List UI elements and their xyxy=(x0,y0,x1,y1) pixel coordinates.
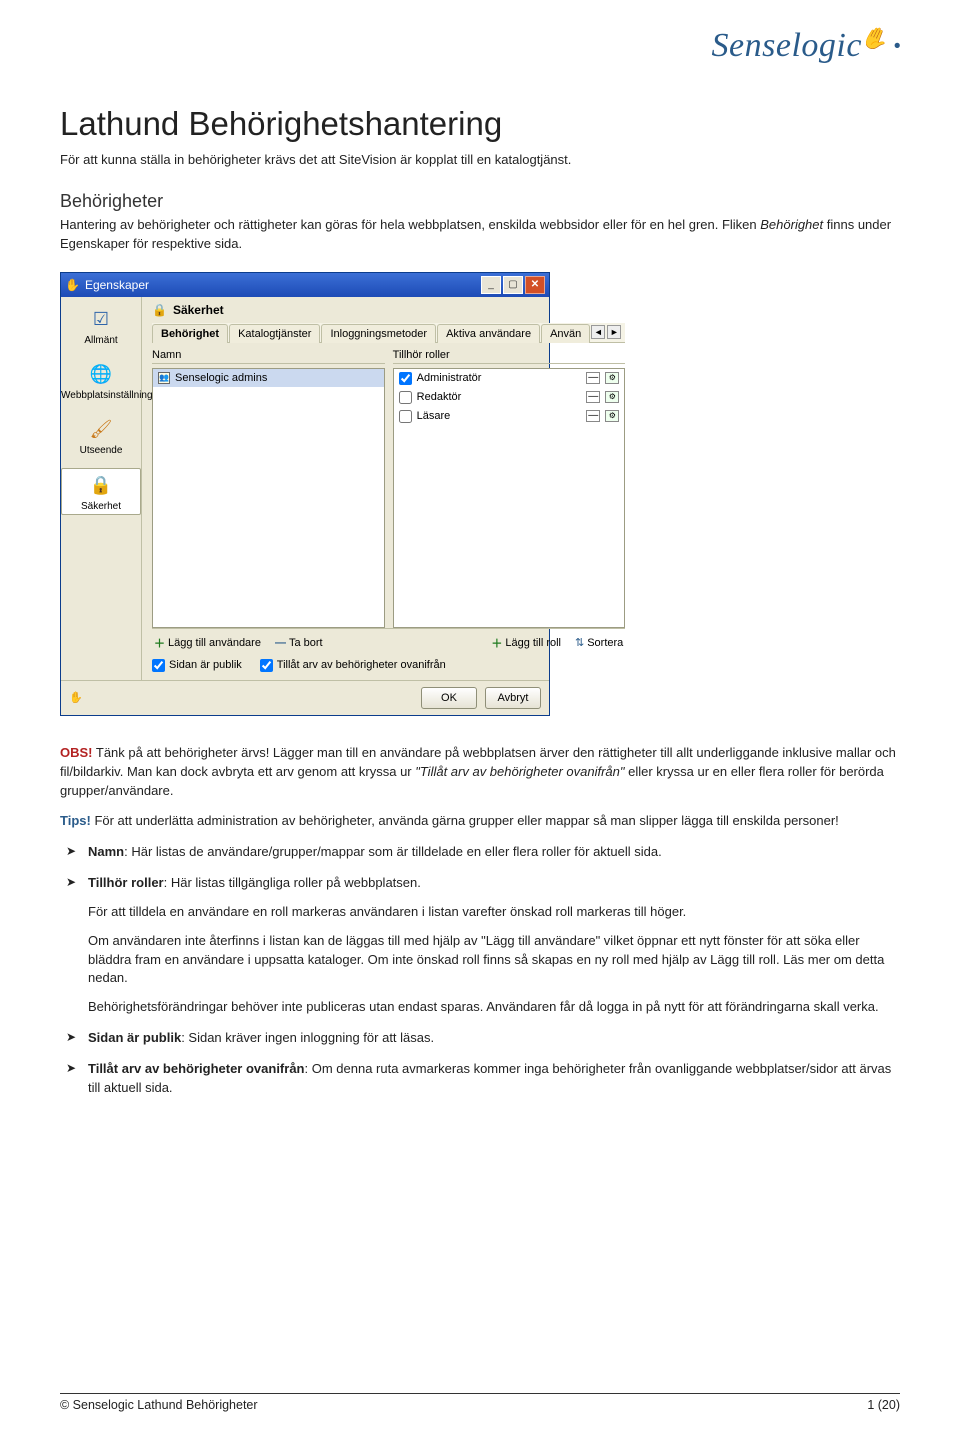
sort-icon: ⇅ xyxy=(575,636,584,649)
obs-label: OBS! xyxy=(60,745,93,760)
sidebar-icon: 🌐 xyxy=(87,362,115,388)
roles-listbox: Administratör — ⚙ Redaktör — ⚙ Läsare — ⚙ xyxy=(393,368,626,628)
bullet-item: Namn: Här listas de användare/grupper/ma… xyxy=(66,843,900,862)
properties-dialog: ✋ Egenskaper _ ▢ ✕ ☑ Allmänt 🌐 Webbplatsins… xyxy=(60,272,550,716)
tab-2[interactable]: Inloggningsmetoder xyxy=(321,324,436,343)
tab-scroll: ◄ ► xyxy=(591,325,621,339)
section-intro: Hantering av behörigheter och rättighete… xyxy=(60,216,900,254)
page-title: Lathund Behörighetshantering xyxy=(60,105,900,143)
sidebar-item-label: Webbplatsinställningar xyxy=(61,390,141,401)
role-label: Redaktör xyxy=(417,391,462,403)
maximize-button[interactable]: ▢ xyxy=(503,276,523,294)
dialog-titlebar[interactable]: ✋ Egenskaper _ ▢ ✕ xyxy=(61,273,549,297)
name-listbox[interactable]: 👥 Senselogic admins xyxy=(152,368,385,628)
obs-paragraph: OBS! Tänk på att behörigheter ärvs! Lägg… xyxy=(60,744,900,801)
dialog-sidebar: ☑ Allmänt 🌐 Webbplatsinställningar 🖌 Utseende… xyxy=(61,297,142,680)
config-role-icon[interactable]: ⚙ xyxy=(605,372,619,384)
section-heading: Behörigheter xyxy=(60,191,900,212)
section-header: 🔒 Säkerhet xyxy=(152,303,625,317)
sidebar-icon: 🔒 xyxy=(87,473,115,499)
add-role-button[interactable]: ＋Lägg till roll xyxy=(491,635,561,651)
bullet-text: : Här listas tillgängliga roller på webb… xyxy=(164,875,421,890)
public-checkbox[interactable]: Sidan är publik xyxy=(152,659,242,672)
bullet-lead: Namn xyxy=(88,844,124,859)
sidebar-icon: 🖌 xyxy=(87,417,115,443)
dialog-toolbar: ＋Lägg till användare —Ta bort ＋Lägg till… xyxy=(152,628,625,655)
sidebar-item-label: Utseende xyxy=(61,445,141,456)
config-role-icon[interactable]: ⚙ xyxy=(605,391,619,403)
sidebar-item-label: Säkerhet xyxy=(62,501,140,512)
role-label: Administratör xyxy=(417,372,482,384)
minimize-button[interactable]: _ xyxy=(481,276,501,294)
page-footer: © Senselogic Lathund Behörigheter 1 (20) xyxy=(60,1393,900,1412)
role-label: Läsare xyxy=(417,410,451,422)
name-row[interactable]: 👥 Senselogic admins xyxy=(153,369,384,387)
tips-paragraph: Tips! För att underlätta administration … xyxy=(60,812,900,831)
brand-logo: Senselogic✋· xyxy=(712,20,905,71)
bullet-lead: Sidan är publik xyxy=(88,1030,181,1045)
bullet-text: : Här listas de användare/grupper/mappar… xyxy=(124,844,662,859)
bullet-sub: För att tilldela en användare en roll ma… xyxy=(88,903,900,922)
footer-left: © Senselogic Lathund Behörigheter xyxy=(60,1398,258,1412)
role-checkbox[interactable] xyxy=(399,372,412,385)
sidebar-item-2[interactable]: 🖌 Utseende xyxy=(61,413,141,458)
sort-button[interactable]: ⇅Sortera xyxy=(575,636,623,649)
section-title: Säkerhet xyxy=(173,303,224,317)
add-user-button[interactable]: ＋Lägg till användare xyxy=(154,635,261,651)
column-roles-header: Tillhör roller xyxy=(393,349,626,364)
inherit-checkbox[interactable]: Tillåt arv av behörigheter ovanifrån xyxy=(260,659,446,672)
group-icon: 👥 xyxy=(158,372,170,384)
plus-icon: ＋ xyxy=(154,635,165,651)
name-label: Senselogic admins xyxy=(175,372,267,384)
hand-icon: ✋ xyxy=(69,691,83,704)
lock-icon: 🔒 xyxy=(152,303,167,317)
bullet-lead: Tillhör roller xyxy=(88,875,164,890)
hand-icon: ✋ xyxy=(65,278,80,292)
tab-3[interactable]: Aktiva användare xyxy=(437,324,540,343)
intro-text: För att kunna ställa in behörigheter krä… xyxy=(60,151,900,169)
plus-icon: ＋ xyxy=(491,635,502,651)
remove-role-icon[interactable]: — xyxy=(586,372,600,384)
tips-label: Tips! xyxy=(60,813,91,828)
role-row: Administratör — ⚙ xyxy=(394,369,625,388)
bullet-lead: Tillåt arv av behörigheter ovanifrån xyxy=(88,1061,305,1076)
bullet-item: Tillåt arv av behörigheter ovanifrån: Om… xyxy=(66,1060,900,1098)
remove-button[interactable]: —Ta bort xyxy=(275,637,323,649)
sidebar-item-0[interactable]: ☑ Allmänt xyxy=(61,303,141,348)
dialog-flags: Sidan är publik Tillåt arv av behörighet… xyxy=(152,655,625,672)
close-button[interactable]: ✕ xyxy=(525,276,545,294)
tab-strip: BehörighetKatalogtjänsterInloggningsmeto… xyxy=(152,323,625,343)
bullet-item: Sidan är publik: Sidan kräver ingen inlo… xyxy=(66,1029,900,1048)
remove-role-icon[interactable]: — xyxy=(586,391,600,403)
tab-4[interactable]: Använ xyxy=(541,324,590,343)
bullet-sub: Behörighetsförändringar behöver inte pub… xyxy=(88,998,900,1017)
cancel-button[interactable]: Avbryt xyxy=(485,687,541,709)
tab-scroll-left[interactable]: ◄ xyxy=(591,325,605,339)
tab-0[interactable]: Behörighet xyxy=(152,324,228,343)
footer-right: 1 (20) xyxy=(867,1398,900,1412)
dialog-footer: ✋ OK Avbryt xyxy=(61,680,549,715)
role-row: Läsare — ⚙ xyxy=(394,407,625,426)
column-name-header: Namn xyxy=(152,349,385,364)
dialog-title: Egenskaper xyxy=(85,278,479,292)
role-checkbox[interactable] xyxy=(399,410,412,423)
tab-1[interactable]: Katalogtjänster xyxy=(229,324,320,343)
sidebar-icon: ☑ xyxy=(87,307,115,333)
bullet-sub: Om användaren inte återfinns i listan ka… xyxy=(88,932,900,989)
remove-role-icon[interactable]: — xyxy=(586,410,600,422)
bullet-text: : Sidan kräver ingen inloggning för att … xyxy=(181,1030,434,1045)
minus-icon: — xyxy=(275,637,286,649)
role-checkbox[interactable] xyxy=(399,391,412,404)
tab-scroll-right[interactable]: ► xyxy=(607,325,621,339)
config-role-icon[interactable]: ⚙ xyxy=(605,410,619,422)
role-row: Redaktör — ⚙ xyxy=(394,388,625,407)
sidebar-item-1[interactable]: 🌐 Webbplatsinställningar xyxy=(61,358,141,403)
hand-icon: ✋ xyxy=(858,21,894,56)
sidebar-item-3[interactable]: 🔒 Säkerhet xyxy=(61,468,141,515)
bullet-item: Tillhör roller: Här listas tillgängliga … xyxy=(66,874,900,1017)
bullet-list: Namn: Här listas de användare/grupper/ma… xyxy=(66,843,900,1097)
sidebar-item-label: Allmänt xyxy=(61,335,141,346)
ok-button[interactable]: OK xyxy=(421,687,477,709)
